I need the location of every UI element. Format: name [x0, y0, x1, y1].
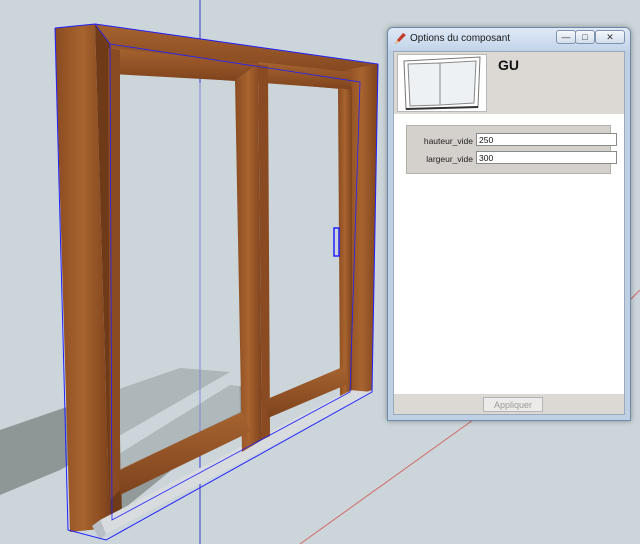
- window-thumbnail-icon: [403, 56, 481, 110]
- hauteur-vide-input[interactable]: [476, 133, 617, 146]
- apply-button[interactable]: Appliquer: [483, 397, 543, 412]
- largeur-vide-input[interactable]: [476, 151, 617, 164]
- attributes-panel: hauteur_vide largeur_vide: [406, 125, 617, 174]
- right-sash-right-stile: [338, 88, 352, 396]
- dialog-titlebar[interactable]: Options du composant — □ ✕: [388, 28, 630, 50]
- left-glass: [120, 76, 240, 470]
- maximize-button[interactable]: □: [575, 30, 595, 44]
- component-thumbnail: [397, 54, 487, 112]
- pencil-icon: [395, 33, 406, 44]
- minimize-button[interactable]: —: [556, 30, 576, 44]
- dialog-client-area: GU hauteur_vide largeur_vide Appliquer: [393, 51, 625, 415]
- dialog-footer: Appliquer: [394, 394, 624, 414]
- attribute-label-largeur: largeur_vide: [426, 154, 473, 164]
- component-options-dialog: Options du composant — □ ✕ GU hauteur_vi…: [387, 27, 631, 421]
- component-header: GU: [394, 52, 624, 114]
- dialog-title: Options du composant: [410, 33, 511, 44]
- component-name: GU: [498, 57, 519, 73]
- left-sash-left-stile: [108, 48, 120, 500]
- close-button[interactable]: ✕: [595, 30, 625, 44]
- attribute-label-hauteur: hauteur_vide: [423, 136, 473, 146]
